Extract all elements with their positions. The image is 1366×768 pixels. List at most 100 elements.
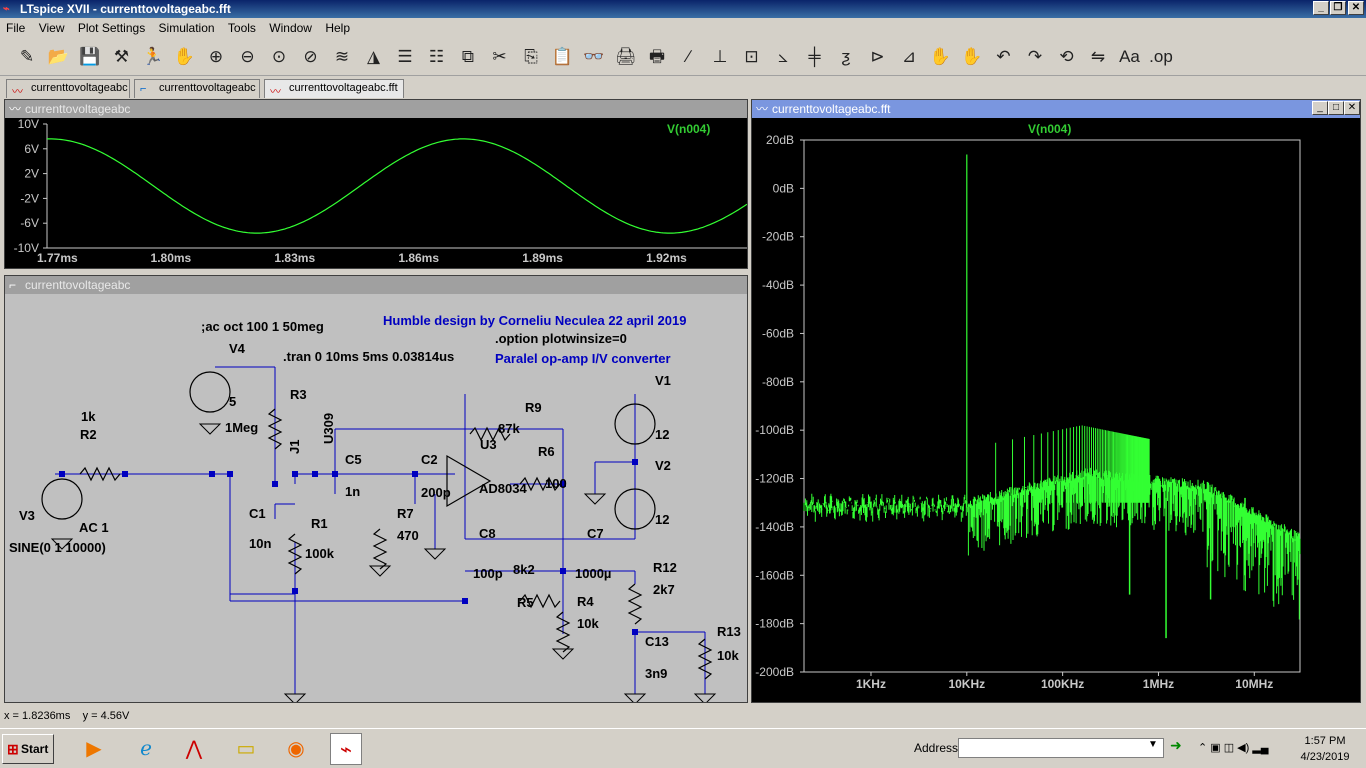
schematic-label-r6val[interactable]: 100 <box>545 476 567 491</box>
tile-icon[interactable]: ☰ <box>392 44 418 70</box>
schematic-label-r5[interactable]: R5 <box>517 595 534 610</box>
firefox-icon[interactable]: ◉ <box>280 733 312 765</box>
redo-icon[interactable]: ↷ <box>1022 44 1048 70</box>
open-icon[interactable]: 📂 <box>46 44 72 70</box>
schematic-label-r13[interactable]: R13 <box>717 624 741 639</box>
menu-window[interactable]: Window <box>269 18 312 38</box>
menu-view[interactable]: View <box>39 18 65 38</box>
schematic-canvas[interactable]: ;ac oct 100 1 50meg Humble design by Corn… <box>5 294 747 705</box>
print-setup-icon[interactable]: 🖨 <box>613 44 639 70</box>
inductor-icon[interactable]: ƺ <box>833 44 859 70</box>
media-player-icon[interactable]: ▶ <box>78 733 110 765</box>
close-icon[interactable]: ⧉ <box>455 44 481 70</box>
schematic-label-r4val[interactable]: 10k <box>577 616 599 631</box>
halt-icon[interactable]: ✋ <box>172 44 198 70</box>
schematic-label-u309[interactable]: U309 <box>321 413 336 444</box>
schematic-label-c2[interactable]: C2 <box>421 452 438 467</box>
close-button[interactable]: ✕ <box>1348 1 1364 15</box>
schematic-label-ad8034[interactable]: AD8034 <box>479 481 527 496</box>
schematic-label-r9[interactable]: R9 <box>525 400 542 415</box>
new-schematic-icon[interactable]: ✎ <box>14 44 40 70</box>
go-icon[interactable]: ➜ <box>1170 737 1182 754</box>
start-button[interactable]: ⊞ Start <box>2 734 54 764</box>
schematic-label-c13[interactable]: C13 <box>645 634 669 649</box>
schematic-label-r13val[interactable]: 10k <box>717 648 739 663</box>
acrobat-icon[interactable]: ⋀ <box>178 733 210 765</box>
schematic-label-desc[interactable]: Paralel op-amp I/V converter <box>495 351 671 366</box>
explorer-folder-icon[interactable]: ▭ <box>230 733 262 765</box>
pane-maximize-button[interactable]: □ <box>1328 101 1344 115</box>
schematic-label-designer[interactable]: Humble design by Corneliu Neculea 22 apr… <box>383 313 686 328</box>
pick-visible-icon[interactable]: ◮ <box>361 44 387 70</box>
schematic-label-c13val[interactable]: 3n9 <box>645 666 667 681</box>
schematic-label-r9val[interactable]: 87k <box>498 421 520 436</box>
internet-explorer-icon[interactable]: ℯ <box>130 733 162 765</box>
schematic-label-v3[interactable]: V3 <box>19 508 35 523</box>
address-input[interactable] <box>958 738 1164 758</box>
trace-label[interactable]: V(n004) <box>1028 122 1071 136</box>
schematic-label-ac1[interactable]: AC 1 <box>79 520 109 535</box>
zoom-in-icon[interactable]: ⊕ <box>203 44 229 70</box>
schematic-label-v1[interactable]: V1 <box>655 373 671 388</box>
schematic-label-c1[interactable]: C1 <box>249 506 266 521</box>
undo-icon[interactable]: ↶ <box>991 44 1017 70</box>
schematic-label-v1val[interactable]: 12 <box>655 427 669 442</box>
schematic-label-r1[interactable]: R1 <box>311 516 328 531</box>
text-icon[interactable]: Aa <box>1117 44 1143 70</box>
schematic-label-c7[interactable]: C7 <box>587 526 604 541</box>
schematic-label-r3val[interactable]: 1Meg <box>225 420 258 435</box>
diode-icon[interactable]: ⊳ <box>865 44 891 70</box>
maximize-button[interactable]: ❐ <box>1330 1 1346 15</box>
schematic-label-c5[interactable]: C5 <box>345 452 362 467</box>
schematic-label-option[interactable]: .option plotwinsize=0 <box>495 331 627 346</box>
move-icon[interactable]: ✋ <box>928 44 954 70</box>
schematic-label-c7val[interactable]: 1000µ <box>575 566 611 581</box>
zoom-out-icon[interactable]: ⊖ <box>235 44 261 70</box>
capacitor-icon[interactable]: ╪ <box>802 44 828 70</box>
schematic-label-c1val[interactable]: 10n <box>249 536 271 551</box>
schematic-label-sine[interactable]: SINE(0 1 10000) <box>9 540 106 555</box>
copy-icon[interactable]: ⎘ <box>518 44 544 70</box>
find-icon[interactable]: 👓 <box>581 44 607 70</box>
save-icon[interactable]: 💾 <box>77 44 103 70</box>
schematic-label-r5val[interactable]: 8k2 <box>513 562 535 577</box>
schematic-label-r12[interactable]: R12 <box>653 560 677 575</box>
menu-file[interactable]: File <box>6 18 25 38</box>
drag-icon[interactable]: ✋ <box>959 44 985 70</box>
schematic-label-tran[interactable]: .tran 0 10ms 5ms 0.03814us <box>283 349 454 364</box>
schematic-label-r12val[interactable]: 2k7 <box>653 582 675 597</box>
schematic-label-v4[interactable]: V4 <box>229 341 245 356</box>
tab-schematic-1[interactable]: 〰 currenttovoltageabc <box>6 79 130 98</box>
zoom-cancel-icon[interactable]: ⊘ <box>298 44 324 70</box>
schematic-label-u3[interactable]: U3 <box>480 437 497 452</box>
control-panel-icon[interactable]: ⚒ <box>109 44 135 70</box>
schematic-label-r6[interactable]: R6 <box>538 444 555 459</box>
schematic-label-r1val[interactable]: 100k <box>305 546 334 561</box>
autorange-icon[interactable]: ≋ <box>329 44 355 70</box>
menu-help[interactable]: Help <box>325 18 350 38</box>
menu-tools[interactable]: Tools <box>228 18 256 38</box>
clock[interactable]: 1:57 PM 4/23/2019 <box>1290 733 1360 765</box>
schematic-label-r2val[interactable]: 1k <box>81 409 95 424</box>
schematic-label-r4[interactable]: R4 <box>577 594 594 609</box>
pane-close-button[interactable]: ✕ <box>1344 101 1360 115</box>
cascade-icon[interactable]: ☷ <box>424 44 450 70</box>
schematic-label-v2[interactable]: V2 <box>655 458 671 473</box>
cut-icon[interactable]: ✂ <box>487 44 513 70</box>
transient-plot[interactable]: 10V 6V 2V -2V -6V -10V 1.77ms 1.80ms 1.83ms 1.86m… <box>5 117 748 268</box>
trace-label[interactable]: V(n004) <box>667 122 710 136</box>
menu-plot-settings[interactable]: Plot Settings <box>78 18 145 38</box>
schematic-label-c8val[interactable]: 100p <box>473 566 503 581</box>
schematic-label-v2val[interactable]: 12 <box>655 512 669 527</box>
fft-plot[interactable]: 20dB 0dB -20dB -40dB -60dB -80dB -100dB -120dB -… <box>752 118 1360 702</box>
mirror-icon[interactable]: ⇋ <box>1085 44 1111 70</box>
label-net-icon[interactable]: ⊡ <box>739 44 765 70</box>
address-dropdown-icon[interactable]: ▼ <box>1148 739 1158 750</box>
paste-icon[interactable]: 📋 <box>550 44 576 70</box>
schematic-label-c5val[interactable]: 1n <box>345 484 360 499</box>
ltspice-icon[interactable]: ⌁ <box>330 733 362 765</box>
rotate-icon[interactable]: ⟲ <box>1054 44 1080 70</box>
draw-wire-icon[interactable]: ∕ <box>676 44 702 70</box>
ground-icon[interactable]: ⊥ <box>707 44 733 70</box>
spice-directive-icon[interactable]: .op <box>1148 44 1174 70</box>
